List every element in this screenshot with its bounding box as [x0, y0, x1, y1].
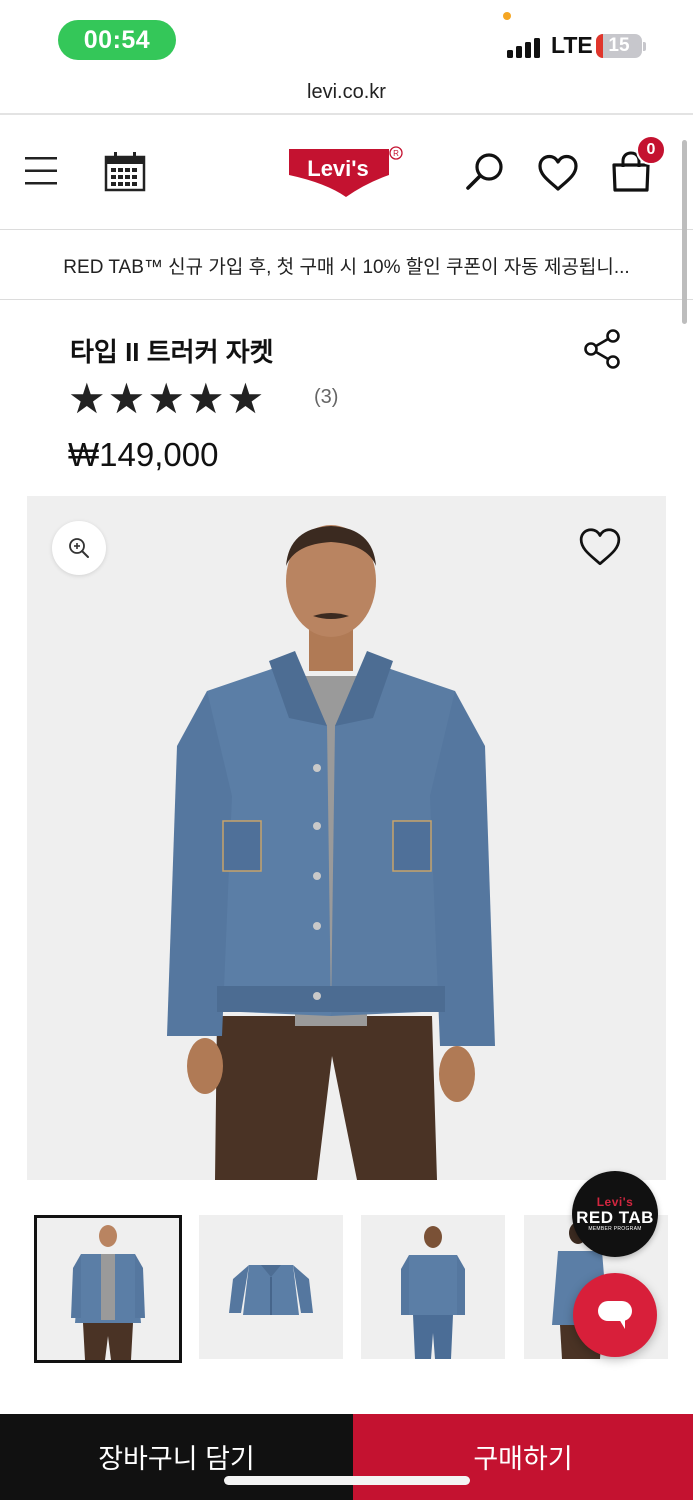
buy-now-button[interactable]: 구매하기 [353, 1414, 693, 1500]
wishlist-heart-icon[interactable] [536, 153, 580, 193]
chat-icon[interactable] [573, 1273, 657, 1357]
product-price: ₩149,000 [68, 436, 219, 473]
model-denim-jacket-illustration [27, 496, 666, 1180]
red-tab-member-badge[interactable]: Levi's RED TAB MEMBER PROGRAM [572, 1171, 658, 1257]
thumbnail-flat-lay[interactable] [199, 1215, 343, 1359]
review-count[interactable]: (3) [314, 386, 338, 409]
battery-icon: 15 [596, 34, 642, 58]
levis-logo[interactable]: Levi's R [286, 145, 406, 201]
promo-text: RED TAB™ 신규 가입 후, 첫 구매 시 10% 할인 쿠폰이 자동 제… [63, 256, 630, 278]
product-main-image[interactable] [27, 496, 666, 1180]
add-to-cart-button[interactable]: 장바구니 담기 [0, 1414, 353, 1500]
star-icon: ★ [147, 374, 185, 423]
status-time: 00:54 [58, 20, 176, 60]
share-icon[interactable] [582, 328, 624, 370]
search-icon[interactable] [462, 149, 508, 195]
page-scrollbar[interactable] [682, 140, 687, 324]
product-title: 타입 II 트러커 자켓 [70, 337, 274, 367]
calendar-icon[interactable] [102, 149, 148, 195]
signal-strength-icon [507, 36, 543, 58]
network-type: LTE [551, 32, 593, 58]
star-icon: ★ [226, 374, 265, 423]
privacy-indicator-dot [503, 12, 511, 20]
star-icon: ★ [107, 374, 146, 423]
browser-url-bar[interactable]: levi.co.kr [0, 72, 693, 112]
star-icon: ★ [186, 374, 225, 423]
redtab-brand: Levi's [596, 1194, 634, 1209]
menu-icon[interactable] [20, 150, 62, 192]
bottom-action-bar: 장바구니 담기 구매하기 [0, 1414, 693, 1500]
star-icon: ★ [68, 374, 106, 423]
cart-count-badge: 0 [636, 135, 666, 165]
battery-tip [643, 42, 646, 51]
rating-stars[interactable]: ★ ★ ★ ★ ★ [68, 378, 264, 420]
status-bar: 00:54 LTE 15 [0, 0, 693, 70]
divider [0, 299, 693, 300]
svg-text:R: R [393, 149, 399, 158]
battery-level: 15 [608, 35, 630, 56]
product-wishlist-heart-icon[interactable] [578, 527, 624, 569]
thumbnail-front-view[interactable] [34, 1215, 182, 1363]
browser-url: levi.co.kr [307, 80, 386, 103]
promo-banner[interactable]: RED TAB™ 신규 가입 후, 첫 구매 시 10% 할인 쿠폰이 자동 제… [0, 230, 693, 300]
thumbnail-model-front-2[interactable] [361, 1215, 505, 1359]
redtab-title: RED TAB [576, 1207, 654, 1227]
site-header: Levi's R [0, 115, 693, 229]
zoom-in-icon[interactable] [52, 521, 106, 575]
logo-text: Levi's [307, 156, 369, 181]
redtab-subtitle: MEMBER PROGRAM [588, 1225, 642, 1232]
home-indicator[interactable] [224, 1476, 470, 1485]
